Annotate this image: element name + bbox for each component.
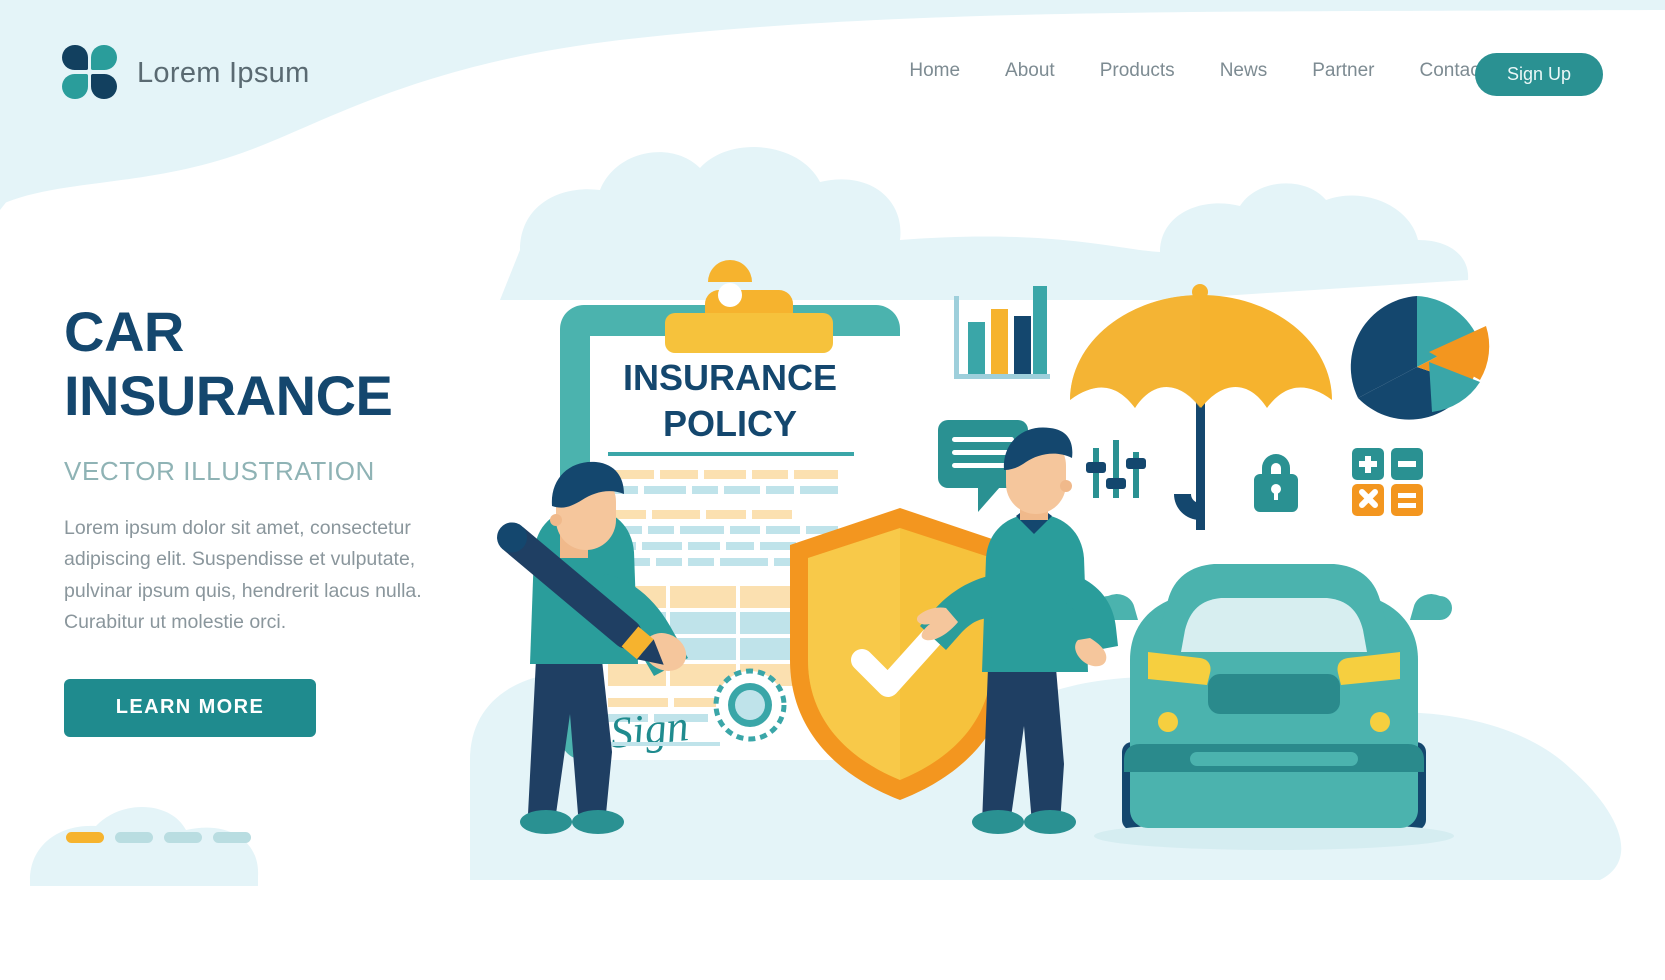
site-header: Lorem Ipsum Home About Products News Par… <box>0 0 1665 150</box>
nav-item-partner[interactable]: Partner <box>1312 60 1374 82</box>
bar-chart-icon <box>954 286 1050 379</box>
policy-title-line1: INSURANCE <box>623 357 837 398</box>
brand-name: Lorem Ipsum <box>137 56 310 89</box>
calculator-keys-icon <box>1352 448 1423 516</box>
carousel-dot-2[interactable] <box>115 832 153 843</box>
carousel-pagination <box>66 832 251 843</box>
nav-item-about[interactable]: About <box>1005 60 1055 82</box>
logo-petal-bottom-left <box>62 74 88 99</box>
sign-up-button[interactable]: Sign Up <box>1475 53 1603 96</box>
main-navigation: Home About Products News Partner Contact <box>909 60 1485 82</box>
hero-subtitle: VECTOR ILLUSTRATION <box>64 455 375 486</box>
logo-petal-bottom-right <box>91 74 117 99</box>
learn-more-button[interactable]: LEARN MORE <box>64 678 316 737</box>
page-title: CAR INSURANCE <box>64 300 484 428</box>
padlock-icon <box>1254 454 1298 512</box>
page-title-line2: INSURANCE <box>64 363 393 427</box>
carousel-dot-1[interactable] <box>66 832 104 843</box>
brand-logo[interactable]: Lorem Ipsum <box>62 45 310 101</box>
policy-title-line2: POLICY <box>663 403 797 444</box>
nav-item-products[interactable]: Products <box>1100 60 1175 82</box>
carousel-dot-3[interactable] <box>164 832 202 843</box>
nav-item-home[interactable]: Home <box>909 60 960 82</box>
page-title-line1: CAR <box>64 300 184 363</box>
four-petal-logo-icon <box>62 45 120 101</box>
signature-text: Sign <box>608 701 691 758</box>
carousel-dot-4[interactable] <box>213 832 251 843</box>
official-seal-icon <box>713 668 787 742</box>
car-front-icon <box>1094 564 1454 850</box>
hero-section: CAR INSURANCE VECTOR ILLUSTRATION Lorem … <box>64 300 484 737</box>
nav-item-news[interactable]: News <box>1220 60 1268 82</box>
logo-petal-top-right <box>91 45 117 70</box>
pie-chart-icon <box>1350 296 1490 420</box>
hero-body-text: Lorem ipsum dolor sit amet, consectetur … <box>64 516 422 634</box>
sliders-settings-icon <box>1086 440 1146 498</box>
logo-petal-top-left <box>62 45 88 70</box>
